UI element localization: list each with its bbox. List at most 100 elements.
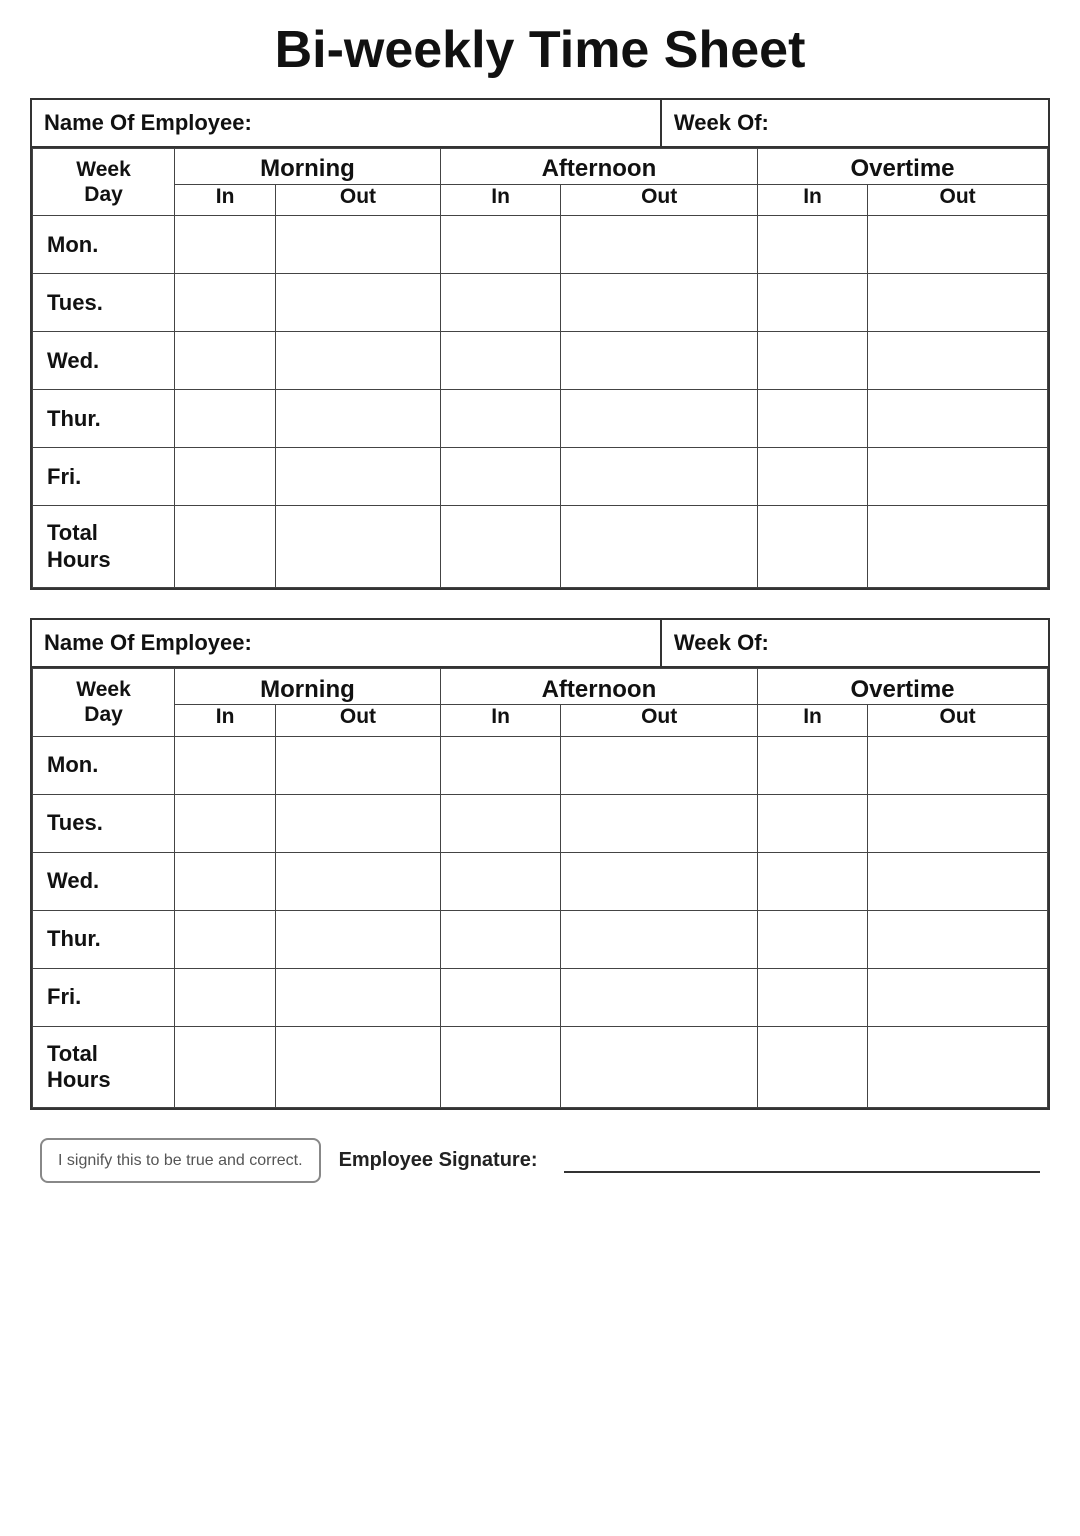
- total-afternoon-in-1[interactable]: [440, 506, 560, 588]
- tues-morning-in-1[interactable]: [175, 274, 276, 332]
- table-row: Fri.: [33, 448, 1048, 506]
- day-tues-2: Tues.: [33, 794, 175, 852]
- mon-afternoon-in-1[interactable]: [440, 216, 560, 274]
- thur-morning-in-1[interactable]: [175, 390, 276, 448]
- wed-overtime-out-2[interactable]: [868, 852, 1048, 910]
- total-morning-in-1[interactable]: [175, 506, 276, 588]
- tues-morning-out-2[interactable]: [276, 794, 441, 852]
- tues-afternoon-out-2[interactable]: [561, 794, 758, 852]
- thur-overtime-out-2[interactable]: [868, 910, 1048, 968]
- wed-morning-out-1[interactable]: [276, 332, 441, 390]
- wed-overtime-in-1[interactable]: [757, 332, 867, 390]
- mon-afternoon-in-2[interactable]: [440, 736, 560, 794]
- fri-afternoon-in-1[interactable]: [440, 448, 560, 506]
- tues-afternoon-in-2[interactable]: [440, 794, 560, 852]
- wed-afternoon-in-1[interactable]: [440, 332, 560, 390]
- day-mon-1: Mon.: [33, 216, 175, 274]
- col-morning-1: Morning: [175, 149, 441, 185]
- mon-morning-in-1[interactable]: [175, 216, 276, 274]
- total-overtime-in-1[interactable]: [757, 506, 867, 588]
- fri-morning-in-2[interactable]: [175, 968, 276, 1026]
- mon-morning-out-1[interactable]: [276, 216, 441, 274]
- total-overtime-out-1[interactable]: [868, 506, 1048, 588]
- col-overtime-1: Overtime: [757, 149, 1047, 185]
- thur-overtime-in-2[interactable]: [757, 910, 867, 968]
- total-morning-out-2[interactable]: [276, 1026, 441, 1108]
- table-row: TotalHours: [33, 506, 1048, 588]
- tues-morning-out-1[interactable]: [276, 274, 441, 332]
- thur-afternoon-out-2[interactable]: [561, 910, 758, 968]
- fri-afternoon-out-1[interactable]: [561, 448, 758, 506]
- fri-afternoon-in-2[interactable]: [440, 968, 560, 1026]
- total-morning-out-1[interactable]: [276, 506, 441, 588]
- mon-overtime-in-2[interactable]: [757, 736, 867, 794]
- total-morning-in-2[interactable]: [175, 1026, 276, 1108]
- tues-overtime-out-2[interactable]: [868, 794, 1048, 852]
- col-overtime-in-2: In: [757, 704, 867, 736]
- wed-morning-in-2[interactable]: [175, 852, 276, 910]
- wed-morning-in-1[interactable]: [175, 332, 276, 390]
- name-of-employee-label-1: Name Of Employee:: [32, 100, 662, 146]
- mon-afternoon-out-1[interactable]: [561, 216, 758, 274]
- timesheet-table-1: WeekDay Morning Afternoon Overtime In Ou…: [32, 148, 1048, 588]
- table-row: Mon.: [33, 736, 1048, 794]
- tues-afternoon-in-1[interactable]: [440, 274, 560, 332]
- mon-morning-in-2[interactable]: [175, 736, 276, 794]
- mon-overtime-out-2[interactable]: [868, 736, 1048, 794]
- wed-afternoon-out-1[interactable]: [561, 332, 758, 390]
- fri-overtime-out-2[interactable]: [868, 968, 1048, 1026]
- table-row: TotalHours: [33, 1026, 1048, 1108]
- tues-overtime-in-2[interactable]: [757, 794, 867, 852]
- col-week-day-2: WeekDay: [33, 669, 175, 736]
- employee-signature-label: Employee Signature:: [339, 1149, 538, 1172]
- total-overtime-in-2[interactable]: [757, 1026, 867, 1108]
- thur-morning-in-2[interactable]: [175, 910, 276, 968]
- col-afternoon-2: Afternoon: [440, 669, 757, 705]
- fri-morning-out-2[interactable]: [276, 968, 441, 1026]
- tues-afternoon-out-1[interactable]: [561, 274, 758, 332]
- fri-overtime-in-2[interactable]: [757, 968, 867, 1026]
- wed-afternoon-out-2[interactable]: [561, 852, 758, 910]
- signify-box: I signify this to be true and correct.: [40, 1138, 321, 1182]
- fri-overtime-in-1[interactable]: [757, 448, 867, 506]
- table-row: Mon.: [33, 216, 1048, 274]
- signature-line[interactable]: [564, 1149, 1041, 1173]
- thur-afternoon-out-1[interactable]: [561, 390, 758, 448]
- table-row: Tues.: [33, 794, 1048, 852]
- fri-overtime-out-1[interactable]: [868, 448, 1048, 506]
- day-wed-2: Wed.: [33, 852, 175, 910]
- mon-overtime-in-1[interactable]: [757, 216, 867, 274]
- col-overtime-out-2: Out: [868, 704, 1048, 736]
- thur-afternoon-in-2[interactable]: [440, 910, 560, 968]
- thur-overtime-in-1[interactable]: [757, 390, 867, 448]
- table-row: Thur.: [33, 390, 1048, 448]
- table-row: Wed.: [33, 852, 1048, 910]
- col-morning-in-1: In: [175, 184, 276, 216]
- tues-morning-in-2[interactable]: [175, 794, 276, 852]
- thur-afternoon-in-1[interactable]: [440, 390, 560, 448]
- thur-morning-out-1[interactable]: [276, 390, 441, 448]
- fri-morning-in-1[interactable]: [175, 448, 276, 506]
- wed-overtime-in-2[interactable]: [757, 852, 867, 910]
- thur-morning-out-2[interactable]: [276, 910, 441, 968]
- fri-afternoon-out-2[interactable]: [561, 968, 758, 1026]
- total-afternoon-out-2[interactable]: [561, 1026, 758, 1108]
- wed-overtime-out-1[interactable]: [868, 332, 1048, 390]
- total-afternoon-in-2[interactable]: [440, 1026, 560, 1108]
- tues-overtime-out-1[interactable]: [868, 274, 1048, 332]
- signify-text: I signify this to be true and correct.: [58, 1152, 303, 1169]
- mon-afternoon-out-2[interactable]: [561, 736, 758, 794]
- tues-overtime-in-1[interactable]: [757, 274, 867, 332]
- mon-morning-out-2[interactable]: [276, 736, 441, 794]
- mon-overtime-out-1[interactable]: [868, 216, 1048, 274]
- total-afternoon-out-1[interactable]: [561, 506, 758, 588]
- col-afternoon-1: Afternoon: [440, 149, 757, 185]
- thur-overtime-out-1[interactable]: [868, 390, 1048, 448]
- fri-morning-out-1[interactable]: [276, 448, 441, 506]
- day-fri-1: Fri.: [33, 448, 175, 506]
- wed-afternoon-in-2[interactable]: [440, 852, 560, 910]
- header-row-2: Name Of Employee: Week Of:: [32, 620, 1048, 668]
- wed-morning-out-2[interactable]: [276, 852, 441, 910]
- table-row: Fri.: [33, 968, 1048, 1026]
- total-overtime-out-2[interactable]: [868, 1026, 1048, 1108]
